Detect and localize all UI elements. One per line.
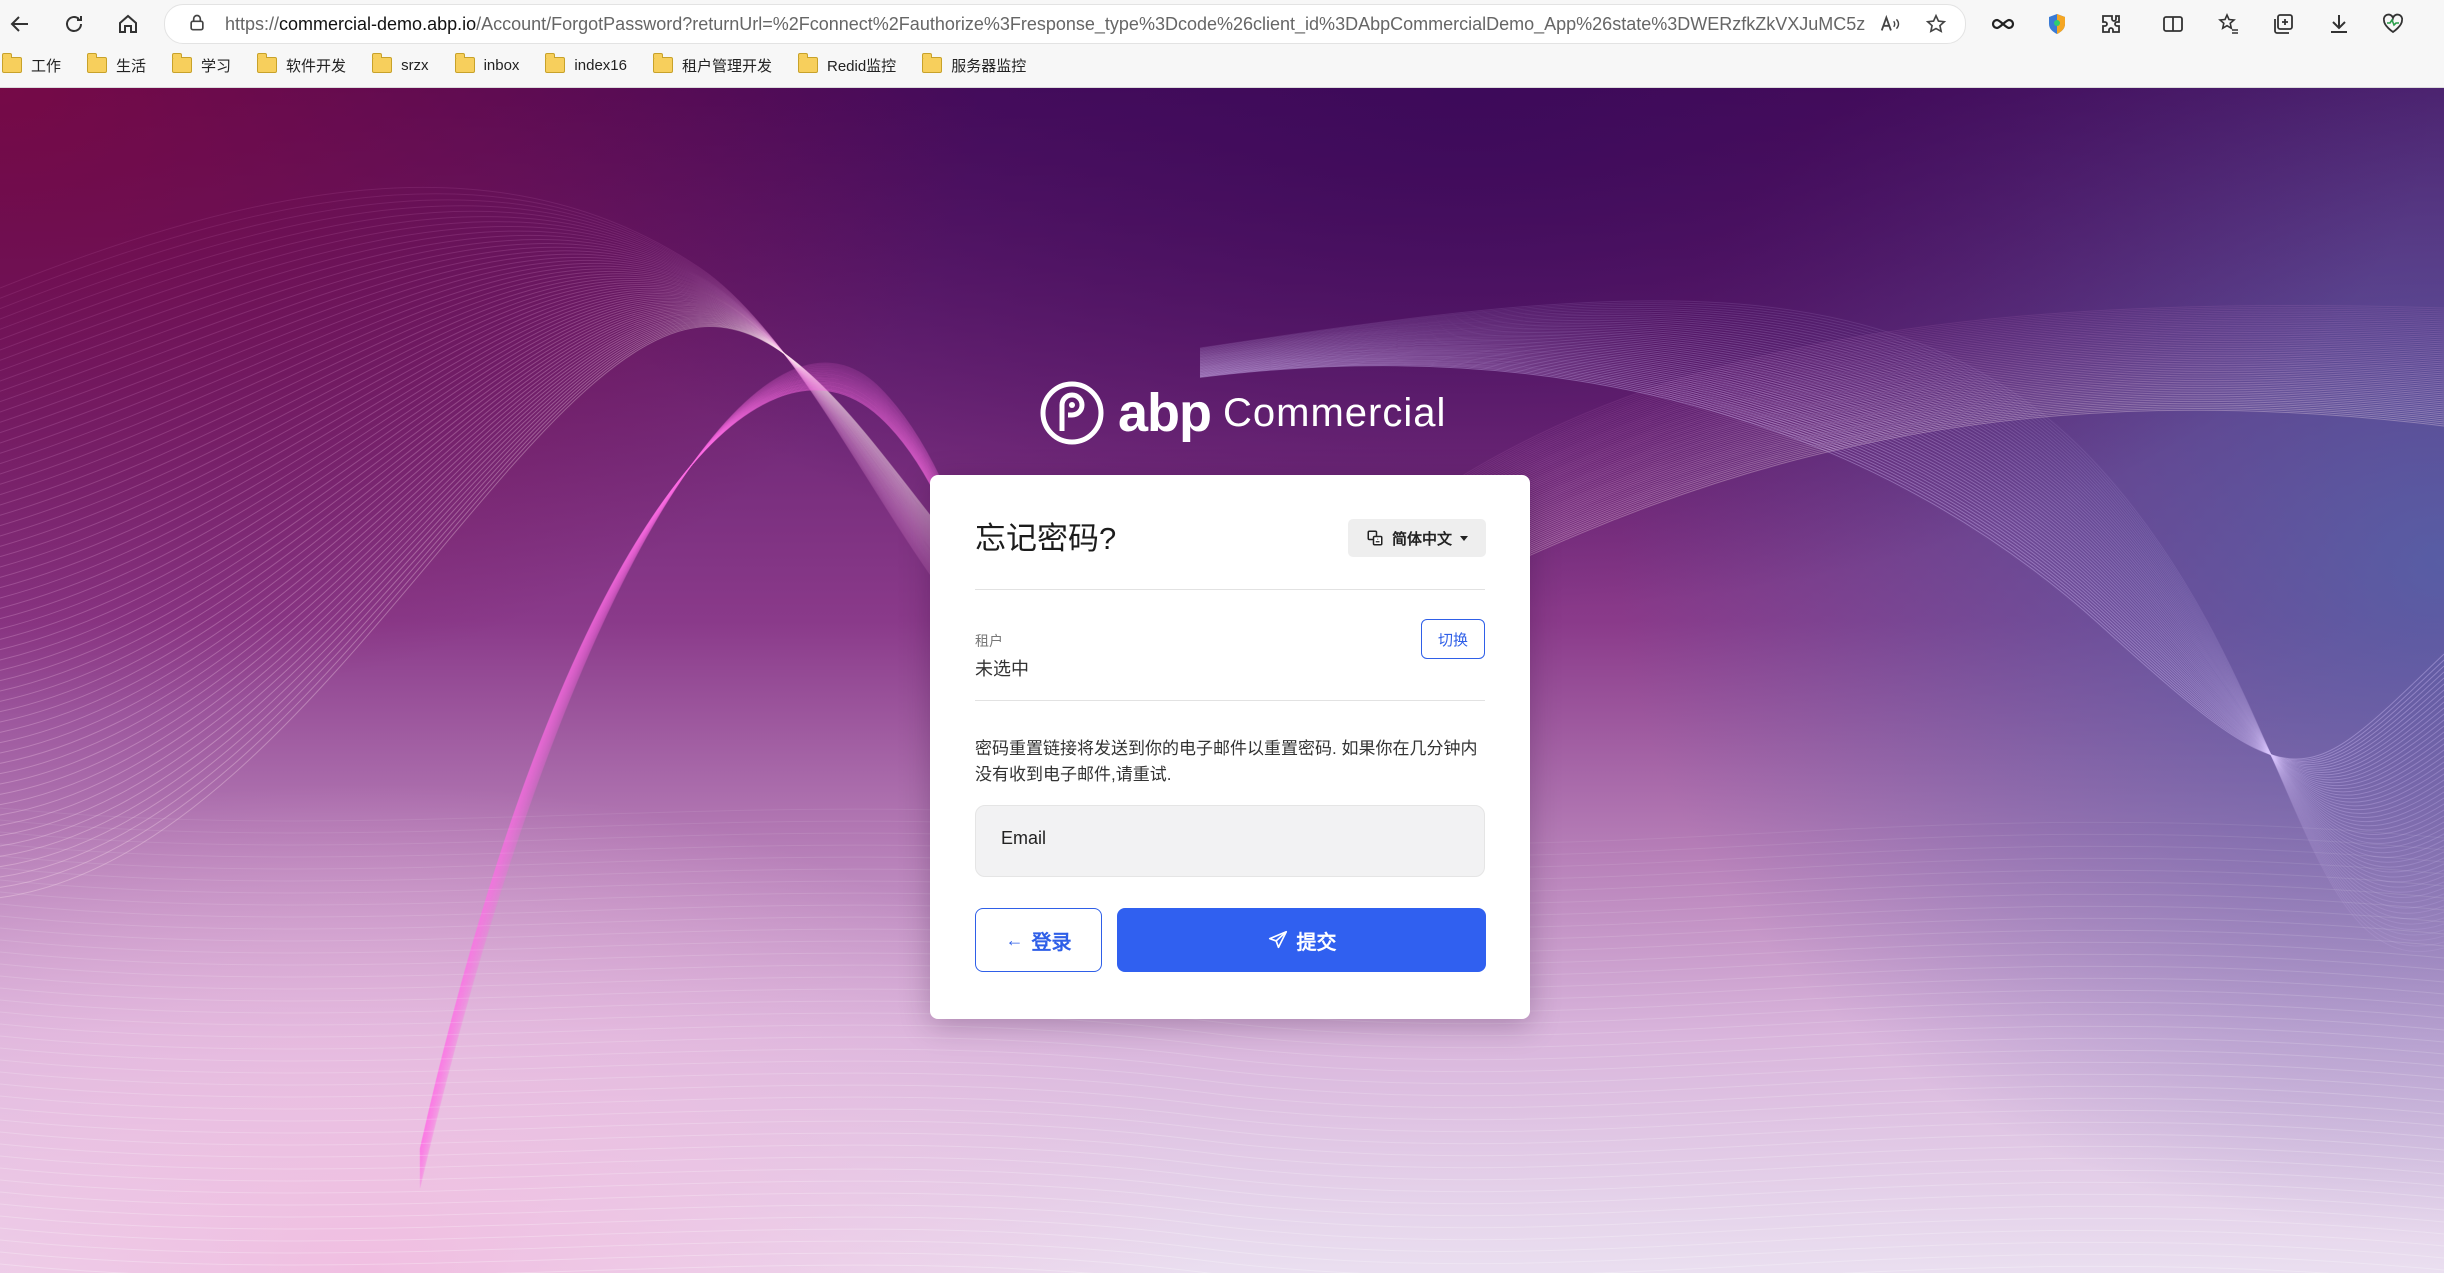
collections-button[interactable] [2268,9,2298,39]
folder-icon [257,53,278,73]
arrow-left-icon: ← [1005,929,1024,950]
switch-tenant-button[interactable]: 切换 [1421,619,1485,659]
bookmarks-bar: 工作 生活 学习 软件开发 srzx inbox index16 租户管理开发 … [0,50,1036,80]
chevron-down-icon [1460,535,1468,541]
folder-icon [454,53,475,73]
submit-button[interactable]: 提交 [1117,908,1486,972]
bookmark-folder[interactable]: 生活 [85,50,156,80]
home-button[interactable] [110,6,146,42]
brand-name-text: Commercial [1223,390,1447,435]
bookmark-folder[interactable]: 服务器监控 [920,50,1036,80]
back-button[interactable] [2,6,38,42]
bookmark-folder[interactable]: index16 [543,50,637,80]
brand-logo: abp Commercial [1040,378,1446,448]
download-icon [2331,15,2347,33]
divider [975,589,1485,590]
bookmark-folder[interactable]: Redid监控 [796,50,906,80]
heart-pulse-icon [2382,13,2404,34]
bookmark-folder[interactable]: 软件开发 [255,50,356,80]
translate-icon [1367,530,1383,546]
folder-icon [545,53,566,73]
folder-icon [652,53,673,73]
email-placeholder: Email [1001,828,1047,848]
folder-icon [372,53,393,73]
puzzle-icon [2102,15,2120,33]
forgot-password-card: 忘记密码? 简体中文 租户 未选中 切换 密码重置链接将发送到你的电子邮件以重置… [930,475,1530,1019]
arrow-left-icon [10,16,28,32]
folder-icon [797,53,818,73]
brand-abp-text: abp [1118,383,1212,443]
folder-icon [922,53,943,73]
info-text: 密码重置链接将发送到你的电子邮件以重置密码. 如果你在几分钟内没有收到电子邮件,… [975,739,1478,784]
refresh-button[interactable] [56,6,92,42]
abp-logo-icon [1040,381,1104,445]
bookmark-folder[interactable]: inbox [453,50,530,80]
divider [975,700,1485,701]
submit-label: 提交 [1296,931,1337,954]
downloads-button[interactable] [2324,9,2354,39]
favorite-star-icon[interactable] [1925,13,1947,35]
login-label: 登录 [1031,931,1072,954]
split-screen-icon [2163,16,2183,32]
extension-shield[interactable] [2042,9,2072,39]
shield-extension-icon [2049,14,2065,34]
browser-chrome: https://commercial-demo.abp.io/Account/F… [0,0,2444,88]
browser-essentials-button[interactable] [2378,9,2408,39]
page-background: abp Commercial 忘记密码? 简体中文 租户 未选中 切换 密码重置… [0,88,2444,1273]
extension-infinity[interactable] [1988,9,2018,39]
url-text[interactable]: https://commercial-demo.abp.io/Account/F… [225,5,1865,43]
collections-icon [2274,14,2293,34]
folder-icon [87,53,108,73]
extensions-button[interactable] [2096,9,2126,39]
split-screen-button[interactable] [2158,9,2188,39]
language-label: 简体中文 [1391,530,1452,548]
browser-toolbar: https://commercial-demo.abp.io/Account/F… [0,0,2444,48]
send-icon [1268,930,1287,949]
login-button[interactable]: ← 登录 [975,908,1102,972]
tenant-value: 未选中 [975,659,1029,679]
language-dropdown[interactable]: 简体中文 [1348,519,1486,557]
bookmark-folder[interactable]: 工作 [0,50,71,80]
lock-icon [190,14,204,31]
read-aloud-icon[interactable] [1879,13,1901,35]
home-icon [119,14,137,33]
refresh-icon [66,16,82,32]
address-bar[interactable]: https://commercial-demo.abp.io/Account/F… [164,4,1966,44]
favorites-button[interactable] [2214,9,2244,39]
infinity-icon [1991,18,2015,30]
folder-icon [172,53,193,73]
favorites-list-icon [2218,13,2238,34]
bookmark-folder[interactable]: 学习 [170,50,241,80]
bookmark-folder[interactable]: 租户管理开发 [651,50,782,80]
tenant-label: 租户 [975,633,1003,649]
folder-icon [2,53,22,73]
bookmark-folder[interactable]: srzx [370,50,439,80]
email-input[interactable]: Email [975,805,1485,877]
page-title: 忘记密码? [975,521,1117,556]
